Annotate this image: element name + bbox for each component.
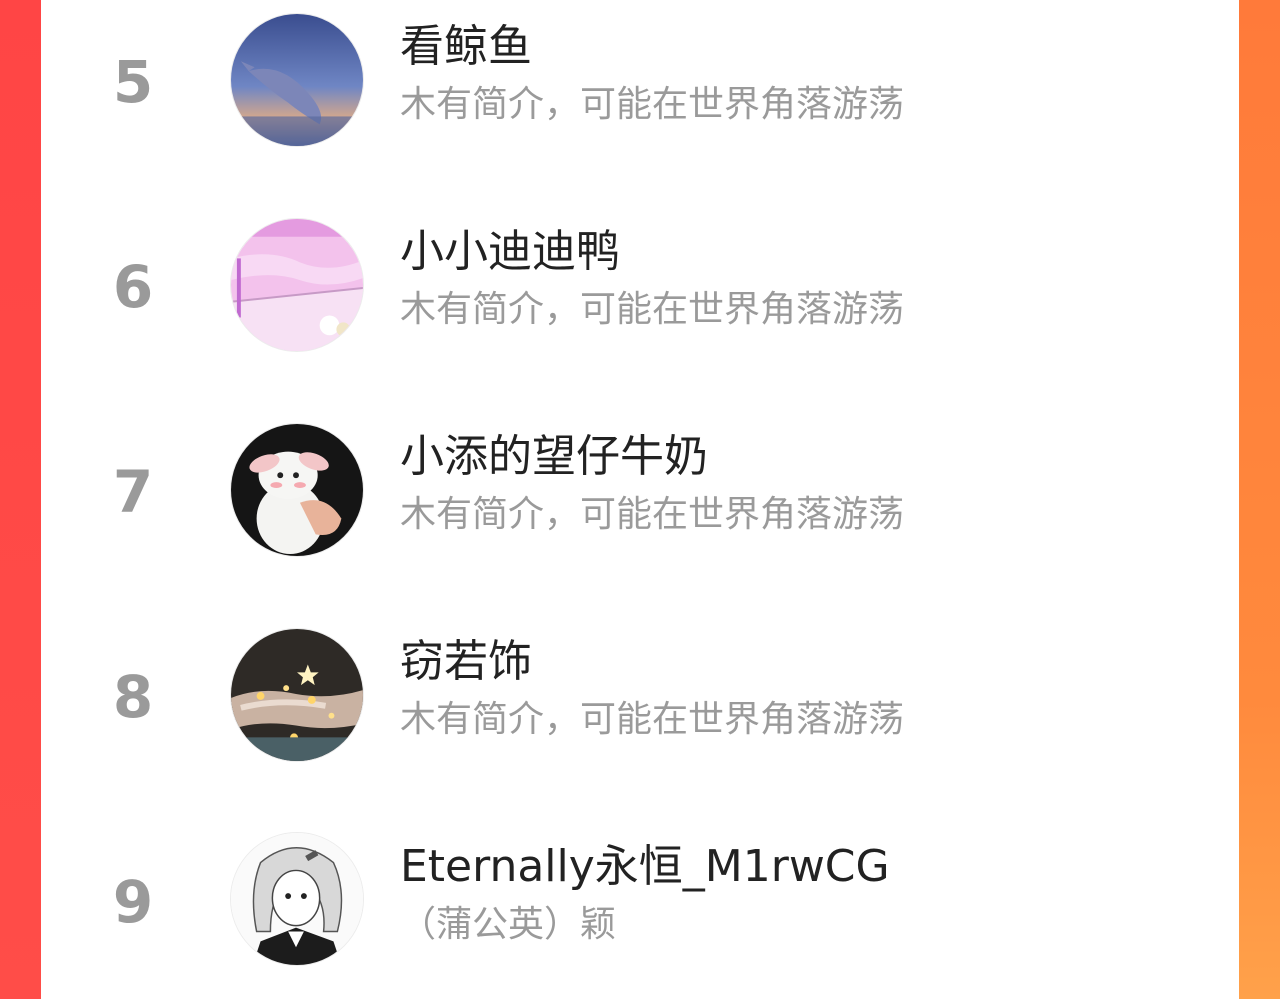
rank-number: 7 bbox=[112, 458, 154, 526]
left-gradient-border bbox=[0, 0, 41, 999]
user-bio: 木有简介，可能在世界角落游荡 bbox=[400, 84, 905, 125]
right-gradient-border bbox=[1239, 0, 1280, 999]
ranking-row-5[interactable]: 5 看鲸鱼 木有简介，可能在世界角落游荡 bbox=[41, 0, 1239, 205]
hands-fairy-lights-icon bbox=[231, 629, 363, 761]
user-bio: 木有简介，可能在世界角落游荡 bbox=[400, 699, 905, 740]
ranking-list: 5 看鲸鱼 木有简介，可能在世界角落游荡 6 小小迪迪鸭 木有简介，可能在世界角… bbox=[41, 0, 1239, 999]
pink-room-icon bbox=[231, 219, 363, 351]
user-name[interactable]: 小添的望仔牛奶 bbox=[400, 435, 708, 479]
user-name[interactable]: Eternally永恒_M1rwCG bbox=[400, 845, 890, 889]
user-name[interactable]: 小小迪迪鸭 bbox=[400, 230, 620, 274]
whale-avatar-icon[interactable] bbox=[230, 13, 364, 147]
user-bio: （蒲公英）颖 bbox=[400, 904, 617, 945]
hands-lights-avatar-icon[interactable] bbox=[230, 628, 364, 762]
user-bio: 木有简介，可能在世界角落游荡 bbox=[400, 289, 905, 330]
pink-room-avatar-icon[interactable] bbox=[230, 218, 364, 352]
anime-girl-avatar-icon[interactable] bbox=[230, 832, 364, 966]
ranking-row-7[interactable]: 7 小添的望仔牛奶 木有简介，可能在世界角落游荡 bbox=[41, 410, 1239, 615]
user-bio: 木有简介，可能在世界角落游荡 bbox=[400, 494, 905, 535]
ranking-row-9[interactable]: 9 Eternally永恒_M1rwCG （蒲公英）颖 bbox=[41, 820, 1239, 999]
ranking-row-6[interactable]: 6 小小迪迪鸭 木有简介，可能在世界角落游荡 bbox=[41, 205, 1239, 410]
user-name[interactable]: 看鲸鱼 bbox=[400, 25, 532, 69]
ranking-row-8[interactable]: 8 窃若饰 木有简介，可能在世界角落游荡 bbox=[41, 615, 1239, 820]
anime-girl-sketch-icon bbox=[231, 833, 363, 965]
whale-night-sky-icon bbox=[231, 14, 363, 146]
rank-number: 9 bbox=[112, 868, 154, 936]
white-bunny-icon bbox=[231, 424, 363, 556]
bunny-avatar-icon[interactable] bbox=[230, 423, 364, 557]
user-name[interactable]: 窃若饰 bbox=[400, 640, 532, 684]
rank-number: 8 bbox=[112, 663, 154, 731]
rank-number: 5 bbox=[112, 48, 154, 116]
rank-number: 6 bbox=[112, 253, 154, 321]
